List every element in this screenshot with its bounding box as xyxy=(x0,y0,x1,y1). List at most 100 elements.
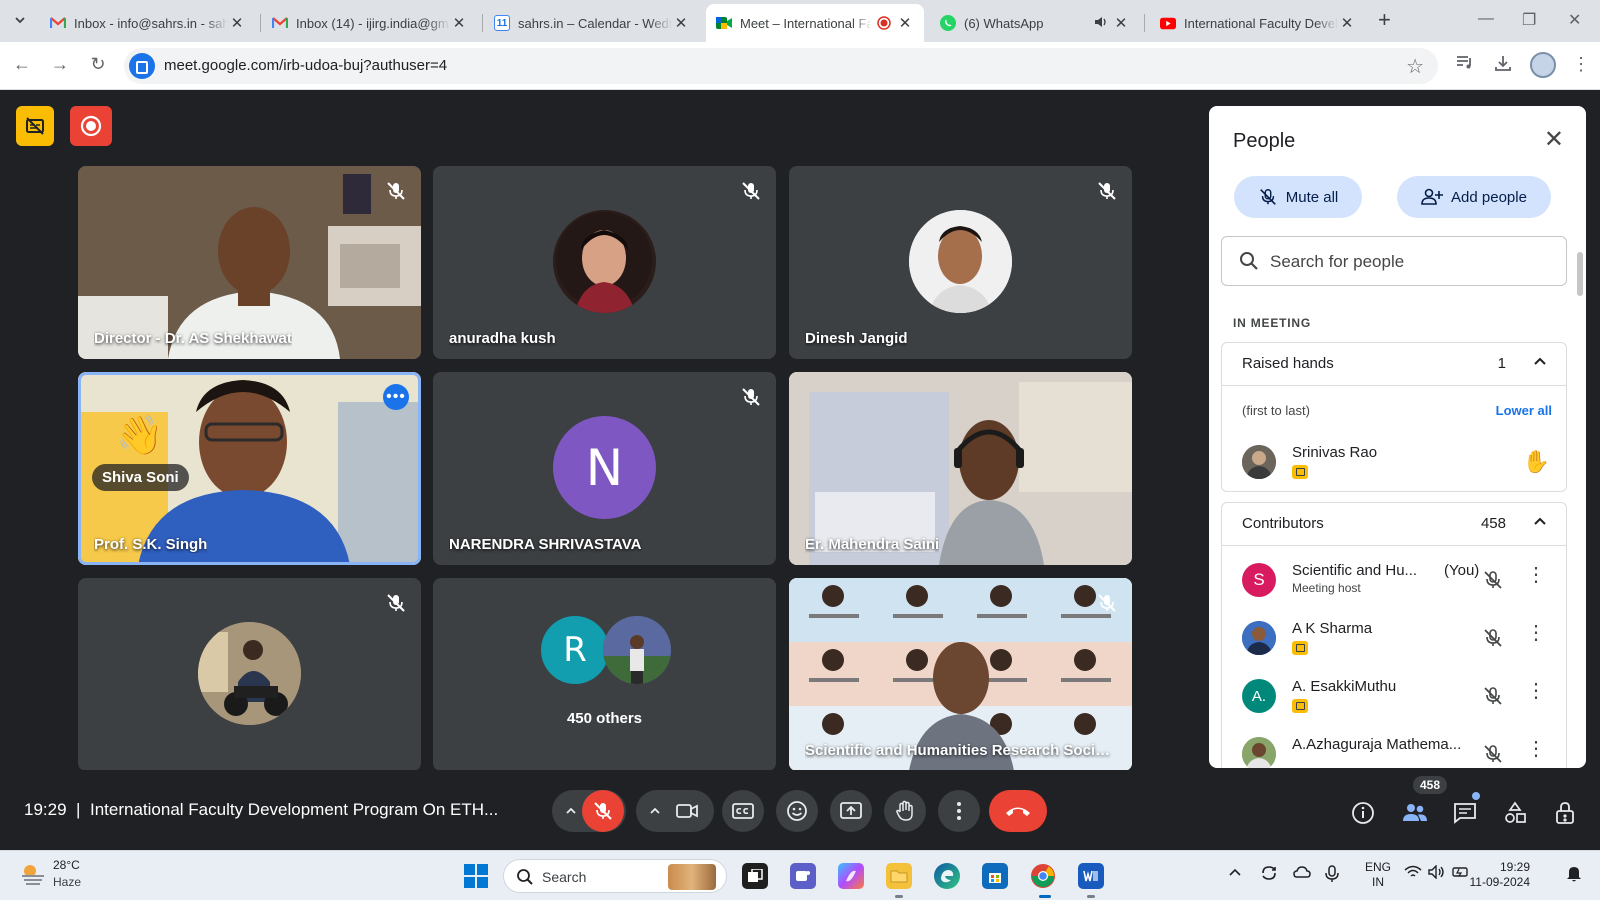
microphone-toggle-button[interactable] xyxy=(582,790,624,832)
others-tile[interactable]: R 450 others xyxy=(433,578,776,771)
chevron-up-icon[interactable] xyxy=(564,804,578,818)
teams-icon[interactable] xyxy=(790,863,816,889)
browser-tab-active[interactable]: Meet – International Faculty ✕ xyxy=(706,4,924,42)
contributor-person[interactable]: S Scientific and Hu... (You) Meeting hos… xyxy=(1222,555,1568,605)
close-tab-icon[interactable]: ✕ xyxy=(228,14,246,32)
chrome-icon[interactable] xyxy=(1030,863,1056,889)
participant-tile[interactable]: Dinesh Jangid xyxy=(789,166,1132,359)
participant-tile[interactable]: Er. Mahendra Saini xyxy=(789,372,1132,565)
chevron-up-icon[interactable] xyxy=(1532,353,1548,369)
system-clock[interactable]: 19:29 11-09-2024 xyxy=(1462,860,1531,890)
participant-tile-active-speaker[interactable]: 👋 Shiva Soni ••• Prof. S.K. Singh xyxy=(78,372,421,565)
contributor-person[interactable]: A. A. EsakkiMuthu ⋮ xyxy=(1222,671,1568,721)
minimize-icon[interactable]: — xyxy=(1478,10,1494,28)
url-text[interactable]: meet.google.com/irb-udoa-buj?authuser=4 xyxy=(164,57,447,74)
contributor-person[interactable]: A K Sharma ⋮ xyxy=(1222,613,1568,663)
new-tab-button[interactable]: + xyxy=(1378,8,1391,32)
weather-temperature[interactable]: 28°C xyxy=(53,858,80,872)
present-screen-button[interactable] xyxy=(830,790,872,832)
restore-icon[interactable]: ❐ xyxy=(1522,10,1536,30)
host-controls-icon[interactable] xyxy=(1550,798,1580,828)
reload-icon[interactable]: ↻ xyxy=(86,54,110,75)
haze-weather-icon[interactable] xyxy=(20,862,46,886)
people-search-input[interactable] xyxy=(1270,249,1550,275)
file-explorer-icon[interactable] xyxy=(886,863,912,889)
media-controls-icon[interactable] xyxy=(1456,54,1474,75)
chevron-up-icon[interactable] xyxy=(648,804,662,818)
participant-tile[interactable]: Director - Dr. AS Shekhawat xyxy=(78,166,421,359)
lower-all-button[interactable]: Lower all xyxy=(1496,403,1552,418)
activities-icon[interactable] xyxy=(1500,798,1530,828)
more-options-icon[interactable]: ⋮ xyxy=(1526,565,1546,585)
captions-button[interactable] xyxy=(722,790,764,832)
recording-badge[interactable] xyxy=(70,106,112,146)
browser-tab[interactable]: International Faculty Development ✕ xyxy=(1150,4,1366,42)
tile-more-options-button[interactable]: ••• xyxy=(383,384,409,410)
add-people-button[interactable]: Add people xyxy=(1397,176,1551,218)
bookmark-star-icon[interactable]: ☆ xyxy=(1406,54,1424,79)
close-tab-icon[interactable]: ✕ xyxy=(1338,14,1356,32)
close-tab-icon[interactable]: ✕ xyxy=(672,14,690,32)
close-panel-icon[interactable]: ✕ xyxy=(1544,128,1564,152)
chevron-up-icon[interactable] xyxy=(1532,513,1548,529)
leave-call-button[interactable] xyxy=(989,790,1047,832)
show-hidden-icons-chevron-icon[interactable] xyxy=(1228,865,1242,881)
raised-hand-icon[interactable]: ✋ xyxy=(1523,449,1550,475)
browser-tab[interactable]: (6) WhatsApp ✕ xyxy=(930,4,1140,42)
close-window-icon[interactable]: ✕ xyxy=(1568,10,1581,30)
site-info-icon[interactable] xyxy=(129,53,155,79)
more-options-button[interactable] xyxy=(938,790,980,832)
speaker-icon[interactable] xyxy=(1090,15,1112,32)
microphone-tray-icon[interactable] xyxy=(1325,865,1339,886)
camera-toggle-button[interactable] xyxy=(666,790,708,832)
sync-icon[interactable] xyxy=(1260,865,1278,884)
more-options-icon[interactable]: ⋮ xyxy=(1526,739,1546,759)
task-view-icon[interactable] xyxy=(742,863,768,889)
chat-icon[interactable] xyxy=(1450,798,1480,828)
weather-description[interactable]: Haze xyxy=(53,875,81,889)
wifi-icon[interactable] xyxy=(1404,865,1422,882)
close-tab-icon[interactable]: ✕ xyxy=(1112,14,1130,32)
mic-off-icon[interactable] xyxy=(1482,569,1504,591)
raised-hand-person[interactable]: Srinivas Rao ✋ xyxy=(1222,437,1568,487)
people-search-box[interactable] xyxy=(1221,236,1567,286)
mic-off-icon[interactable] xyxy=(1482,685,1504,707)
browser-tab[interactable]: Inbox (14) - ijirg.india@gmail.com ✕ xyxy=(262,4,478,42)
volume-icon[interactable] xyxy=(1428,864,1446,882)
tab-search-button[interactable] xyxy=(8,8,32,34)
participant-tile[interactable]: anuradha kush xyxy=(433,166,776,359)
notification-bell-icon[interactable] xyxy=(1566,865,1582,886)
back-icon[interactable]: ← xyxy=(10,54,34,75)
download-icon[interactable] xyxy=(1494,54,1512,77)
word-icon[interactable] xyxy=(1078,863,1104,889)
participant-tile[interactable]: Scientific and Humanities Research Socie… xyxy=(789,578,1132,771)
browser-menu-icon[interactable]: ⋮ xyxy=(1572,54,1590,75)
browser-tab[interactable]: 11 sahrs.in – Calendar - Wednesday ✕ xyxy=(484,4,700,42)
browser-tab[interactable]: Inbox - info@sahrs.in - sahrs ✕ xyxy=(40,4,256,42)
raise-hand-button[interactable] xyxy=(884,790,926,832)
mute-all-button[interactable]: Mute all xyxy=(1234,176,1362,218)
input-language-indicator[interactable]: ENG IN xyxy=(1365,860,1391,890)
reactions-button[interactable] xyxy=(776,790,818,832)
profile-avatar[interactable] xyxy=(1530,52,1556,78)
contributors-header[interactable]: Contributors 458 xyxy=(1222,503,1566,545)
people-icon[interactable] xyxy=(1400,798,1430,828)
participant-tile[interactable]: N NARENDRA SHRIVASTAVA xyxy=(433,372,776,565)
taskbar-search-box[interactable]: Search xyxy=(503,859,727,893)
more-options-icon[interactable]: ⋮ xyxy=(1526,681,1546,701)
close-tab-icon[interactable]: ✕ xyxy=(896,14,914,32)
contributor-person[interactable]: A.Azhaguraja Mathema... ⋮ xyxy=(1222,729,1568,768)
more-options-icon[interactable]: ⋮ xyxy=(1526,623,1546,643)
captions-off-badge[interactable] xyxy=(16,106,54,146)
close-tab-icon[interactable]: ✕ xyxy=(450,14,468,32)
forward-icon[interactable]: → xyxy=(48,54,72,75)
participant-tile[interactable] xyxy=(78,578,421,771)
meeting-details-icon[interactable] xyxy=(1348,798,1378,828)
network-cloud-icon[interactable] xyxy=(1293,865,1311,882)
address-bar[interactable]: meet.google.com/irb-udoa-buj?authuser=4 … xyxy=(124,48,1438,84)
mic-off-icon[interactable] xyxy=(1482,627,1504,649)
raised-hands-header[interactable]: Raised hands 1 xyxy=(1222,343,1566,385)
copilot-icon[interactable] xyxy=(838,863,864,889)
microsoft-store-icon[interactable] xyxy=(982,863,1008,889)
mic-off-icon[interactable] xyxy=(1482,743,1504,765)
